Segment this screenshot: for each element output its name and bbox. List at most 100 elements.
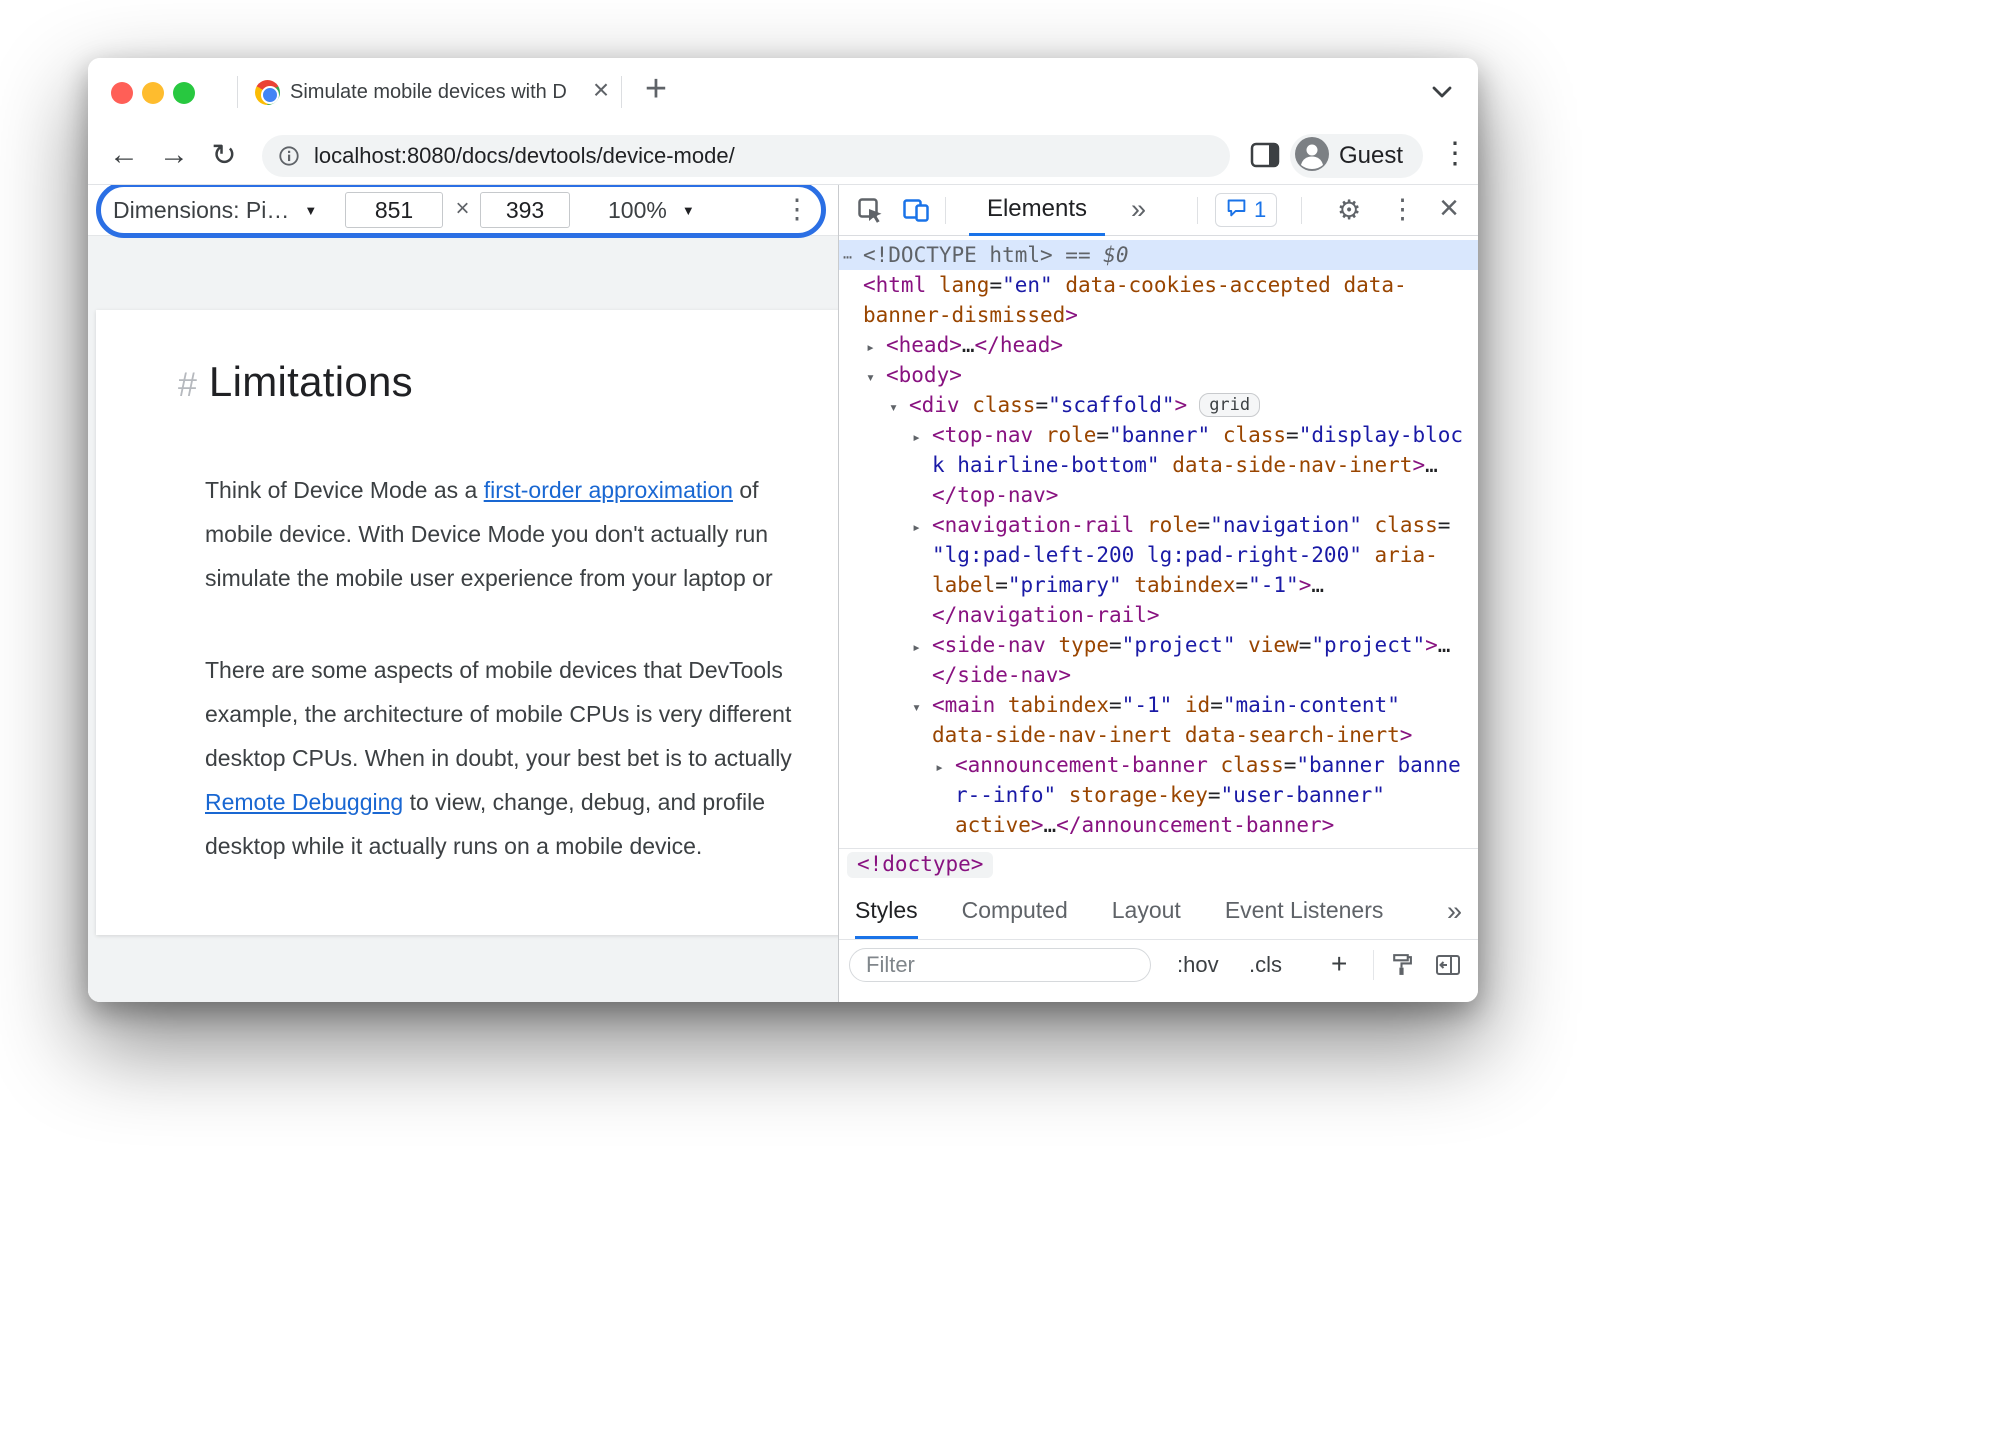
brush-icon[interactable] [1389,952,1414,982]
tab-separator [621,76,622,108]
devtools-panel: Elements » 1 ⚙ ⋮ × ⋯ <!DOCTYPE html> == $… [839,185,1478,1002]
element-classes-button[interactable]: .cls [1249,940,1282,990]
dom-tree-line[interactable]: ▸ <top-nav role="banner" class="display-b… [839,420,1478,450]
device-toolbar-toggle-button[interactable] [901,195,931,230]
viewport-width-input[interactable] [345,192,443,228]
sidebar-tab-styles[interactable]: Styles [855,885,918,939]
inspect-element-button[interactable] [855,195,885,230]
tab-close-button[interactable]: × [586,58,616,126]
dock-sidebar-button[interactable] [1435,953,1461,982]
styles-more-tabs-button[interactable]: » [1447,885,1462,940]
code-token: </side-nav> [932,663,1072,687]
url-bar[interactable]: localhost:8080/docs/devtools/device-mode… [262,135,1230,177]
text-line: Remote Debugging to view, change, debug,… [205,780,838,824]
dom-tree-line[interactable]: k hairline-bottom" data-side-nav-inert>… [839,450,1478,480]
devtools-close-button[interactable]: × [1431,185,1467,235]
profile-chip[interactable]: Guest [1290,134,1424,178]
breadcrumb-item[interactable]: <!doctype> [847,852,994,878]
settings-button[interactable]: ⚙ [1337,185,1361,235]
code-token: </announcement-banner> [1056,813,1335,837]
tab-elements[interactable]: Elements [969,185,1105,236]
disclosure-triangle-icon[interactable]: ▸ [912,632,932,662]
code-token: "-1" [1248,573,1299,597]
disclosure-triangle-icon[interactable]: ▾ [866,362,886,392]
sidebar-tab-layout[interactable]: Layout [1112,885,1181,939]
separator [1373,950,1374,980]
devtools-toolbar: Elements » 1 ⚙ ⋮ × [839,185,1478,236]
toggle-element-state-button[interactable]: :hov [1177,940,1219,990]
browser-menu-button[interactable]: ⋮ [1438,126,1472,184]
text-run: Think of Device Mode as a [205,477,484,503]
dom-tree-line[interactable]: ▸ <announcement-banner class="banner bann… [839,750,1478,780]
dom-tree-line[interactable]: ▾ <div class="scaffold"> grid [839,390,1478,420]
chevron-down-icon[interactable] [1430,84,1454,105]
code-token: > [1174,393,1188,417]
code-token: <html [863,273,927,297]
code-token: > [949,333,962,357]
dom-tree-line[interactable]: ▸ <head>…</head> [839,330,1478,360]
code-token: "en" [1002,273,1053,297]
dom-tree-line[interactable]: r--info" storage-key="user-banner" [839,780,1478,810]
heading-anchor-hash[interactable]: # [178,366,197,405]
zoom-dropdown[interactable]: 100% ▼ [608,185,695,235]
back-button[interactable]: ← [102,126,146,184]
dom-tree-line[interactable]: banner-dismissed> [839,300,1478,330]
forward-button[interactable]: → [152,126,196,184]
dom-tree-line[interactable]: data-side-nav-inert data-search-inert> [839,720,1478,750]
text-run: simulate the mobile user experience from… [205,565,773,591]
dom-tree-line[interactable]: active>…</announcement-banner> [839,810,1478,840]
code-token: > [1412,453,1426,477]
window-close-button[interactable] [111,82,133,104]
dom-tree-line[interactable]: ▸ <navigation-rail role="navigation" clas… [839,510,1478,540]
styles-filter-input[interactable] [849,948,1151,982]
url-text: localhost:8080/docs/devtools/device-mode… [314,143,735,168]
sidebar-tab-event-listeners[interactable]: Event Listeners [1225,885,1384,939]
code-token: class [1207,753,1284,777]
grid-badge[interactable]: grid [1199,393,1261,417]
new-style-rule-button[interactable]: + [1331,940,1347,990]
disclosure-triangle-icon[interactable]: ▸ [935,752,955,782]
text-run: mobile device. With Device Mode you don'… [205,521,769,547]
code-token: class [1210,423,1287,447]
code-token: > [949,363,962,387]
dom-tree-line[interactable]: </side-nav> [839,660,1478,690]
dom-tree-line[interactable]: </navigation-rail> [839,600,1478,630]
code-token: > [1298,573,1312,597]
dom-tree-line[interactable]: ▸ <side-nav type="project" view="project"… [839,630,1478,660]
devtools-menu-button[interactable]: ⋮ [1389,185,1416,235]
dom-tree-line[interactable]: </top-nav> [839,480,1478,510]
window-minimize-button[interactable] [142,82,164,104]
window-maximize-button[interactable] [173,82,195,104]
disclosure-triangle-icon[interactable]: ▸ [912,512,932,542]
dom-tree-line[interactable]: ⋯ <!DOCTYPE html> == $0 [839,240,1478,270]
code-token: … [1437,633,1451,657]
title-bar: Simulate mobile devices with D × + [88,58,1478,126]
more-panels-button[interactable]: » [1131,185,1146,234]
viewport-height-input[interactable] [480,192,570,228]
text-link[interactable]: Remote Debugging [205,789,403,815]
code-token: = [1437,513,1451,537]
code-token: <top-nav [932,423,1034,447]
console-status-chip[interactable]: 1 [1215,193,1278,227]
disclosure-triangle-icon[interactable]: ▸ [912,422,932,452]
disclosure-triangle-icon[interactable]: ▾ [912,692,932,722]
sidebar-tab-computed[interactable]: Computed [962,885,1068,939]
dom-tree-line[interactable]: ▾ <body> [839,360,1478,390]
site-info-icon[interactable] [278,145,300,167]
disclosure-triangle-icon[interactable]: ▾ [889,392,909,422]
device-dimensions-dropdown[interactable]: Dimensions: Pi… ▼ [113,185,317,235]
side-panel-button[interactable] [1250,142,1280,173]
tab-title[interactable]: Simulate mobile devices with D [290,58,567,126]
dom-tree-line[interactable]: ▾ <main tabindex="-1" id="main-content" [839,690,1478,720]
elements-tree: ⋯ <!DOCTYPE html> == $0 <html lang="en" da… [839,236,1478,848]
dom-tree-line[interactable]: <html lang="en" data-cookies-accepted da… [839,270,1478,300]
page-heading: # Limitations [178,358,413,406]
reload-button[interactable]: ↻ [202,126,246,184]
device-toolbar-menu-button[interactable]: ⋮ [781,185,813,235]
dom-tree-line[interactable]: "lg:pad-left-200 lg:pad-right-200" aria- [839,540,1478,570]
disclosure-triangle-icon[interactable]: ▸ [866,332,886,362]
text-link[interactable]: first-order approximation [484,477,733,503]
new-tab-button[interactable]: + [636,58,676,126]
code-token: </navigation-rail> [932,603,1160,627]
dom-tree-line[interactable]: label="primary" tabindex="-1">… [839,570,1478,600]
